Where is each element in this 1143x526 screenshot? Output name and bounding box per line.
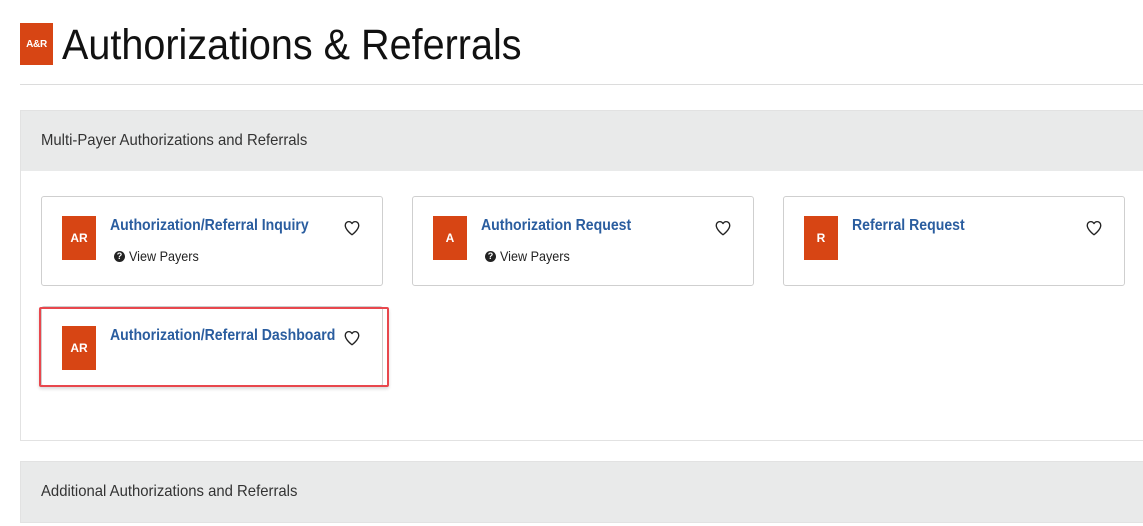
heart-outline-icon[interactable] [1085,219,1103,237]
question-circle-icon: ? [485,250,496,262]
heart-outline-icon[interactable] [343,219,361,237]
tile-authorization-request[interactable]: A Authorization Request ? View Payers [412,196,754,286]
section-additional: Additional Authorizations and Referrals [20,461,1143,523]
view-payers-label: View Payers [129,248,199,264]
page-header: A&R Authorizations & Referrals [20,20,1143,85]
tile-badge: AR [62,326,96,370]
tile-badge: R [804,216,838,260]
section-header[interactable]: Multi-Payer Authorizations and Referrals [21,111,1143,171]
heart-outline-icon[interactable] [343,329,361,347]
section-title: Multi-Payer Authorizations and Referrals [41,132,308,149]
page-title: Authorizations & Referrals [62,21,522,69]
tile-title-link[interactable]: Referral Request [852,217,965,235]
tile-badge: AR [62,216,96,260]
heart-outline-icon[interactable] [714,219,732,237]
tile-authorization-referral-inquiry[interactable]: AR Authorization/Referral Inquiry ? View… [41,196,383,286]
tile-title-link[interactable]: Authorization/Referral Inquiry [110,217,309,235]
view-payers-link[interactable]: ? View Payers [114,248,207,264]
section-title: Additional Authorizations and Referrals [41,483,298,500]
question-circle-icon: ? [114,250,125,262]
tile-authorization-referral-dashboard[interactable]: AR Authorization/Referral Dashboard [41,306,383,387]
view-payers-label: View Payers [500,248,570,264]
section-body: AR Authorization/Referral Inquiry ? View… [21,171,1143,440]
section-header[interactable]: Additional Authorizations and Referrals [21,462,1143,522]
tile-title-link[interactable]: Authorization Request [481,217,631,235]
tile-referral-request[interactable]: R Referral Request [783,196,1125,286]
tile-title-link[interactable]: Authorization/Referral Dashboard [110,327,335,345]
view-payers-link[interactable]: ? View Payers [485,248,578,264]
section-multi-payer: Multi-Payer Authorizations and Referrals… [20,110,1143,441]
app-logo: A&R [20,23,53,65]
tile-badge: A [433,216,467,260]
page: A&R Authorizations & Referrals Multi-Pay… [0,0,1143,526]
